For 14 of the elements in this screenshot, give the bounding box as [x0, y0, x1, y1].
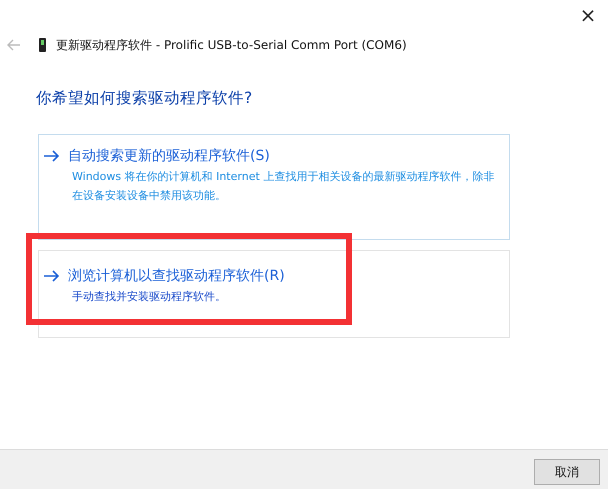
arrow-icon: [43, 270, 60, 282]
arrow-icon: [43, 150, 60, 162]
cancel-button[interactable]: 取消: [534, 459, 600, 485]
option-card[interactable]: 自动搜索更新的驱动程序软件(S) Windows 将在你的计算机和 Internet 上查找用于相关设备的最新驱动程序软件，除非在设备安装设备中禁用该功能。: [38, 134, 510, 240]
option-title: 浏览计算机以查找驱动程序软件(R): [68, 267, 285, 285]
window-title: 更新驱动程序软件 - Prolific USB-to-Serial Comm Port (COM6): [56, 36, 407, 54]
option-title: 自动搜索更新的驱动程序软件(S): [68, 147, 270, 165]
dialog-heading: 你希望如何搜索驱动程序软件?: [36, 88, 254, 109]
back-arrow-icon[interactable]: [7, 39, 21, 51]
option-description: Windows 将在你的计算机和 Internet 上查找用于相关设备的最新驱动程序软件，除非在设备安装设备中禁用该功能。: [72, 169, 496, 204]
close-button[interactable]: ×: [568, 0, 608, 30]
option-card[interactable]: 浏览计算机以查找驱动程序软件(R) 手动查找并安装驱动程序软件。: [38, 250, 510, 338]
option-description: 手动查找并安装驱动程序软件。: [72, 289, 226, 305]
device-icon: [39, 38, 46, 52]
